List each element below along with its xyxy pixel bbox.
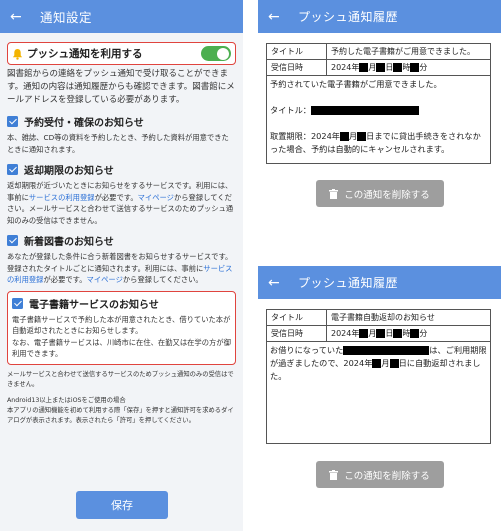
save-button[interactable]: 保存: [76, 491, 168, 519]
date-value: 2024年月日時分: [326, 59, 491, 76]
push-notification-row[interactable]: プッシュ通知を利用する: [7, 42, 236, 65]
title-key: タイトル: [266, 309, 327, 326]
mypage-link[interactable]: マイページ: [87, 275, 123, 284]
ebook-description-1: 電子書籍サービスで予約した本が用意されたとき、借りていた本が自動返却されたときに…: [12, 314, 231, 336]
desc-text: が必要です。: [94, 192, 138, 202]
checkbox-row-ebook[interactable]: 電子書籍サービスのお知らせ: [12, 296, 231, 311]
new-books-description: あなたが登録した条件に合う新着図書をお知らせするサービスです。登録されたタイトル…: [7, 251, 236, 286]
back-arrow-icon[interactable]: ←: [268, 276, 290, 290]
checkbox-row-reservation[interactable]: 予約受付・確保のお知らせ: [7, 114, 236, 129]
desc-text: あなたが登録した条件に合う新着図書をお知らせするサービスです。登録されたタイトル…: [7, 252, 233, 273]
trash-icon: [329, 469, 339, 480]
checkbox-label-due-date: 返却期限のお知らせ: [24, 166, 114, 177]
delete-label: この通知を削除する: [344, 189, 430, 201]
date-value: 2024年月日時分: [326, 325, 491, 342]
push-history-screen-auto-return: ← プッシュ通知履歴 タイトル 電子書籍自動返却のお知らせ 受信日時 2024年…: [258, 266, 501, 531]
notification-message: お借りになっていた は、ご利用期限が過ぎましたので、2024年月日に自動返却されま…: [266, 342, 491, 444]
notification-info-table: タイトル 電子書籍自動返却のお知らせ 受信日時 2024年月日時分: [266, 309, 491, 342]
checkbox-label-reservation: 予約受付・確保のお知らせ: [24, 118, 144, 129]
title-value: 電子書籍自動返却のお知らせ: [326, 309, 491, 326]
push-description: 図書館からの連絡をプッシュ通知で受け取ることができます。通知の内容は通知履歴から…: [7, 69, 235, 105]
checkbox-label-ebook: 電子書籍サービスのお知らせ: [29, 299, 159, 311]
delete-notification-button[interactable]: この通知を削除する: [315, 180, 444, 207]
notification-settings-screen: ← 通知設定 プッシュ通知を利用する 図書館からの連絡をプッシュ通知で受け取るこ…: [0, 0, 243, 531]
history-title: プッシュ通知履歴: [298, 10, 399, 24]
checkbox-row-due-date[interactable]: 返却期限のお知らせ: [7, 162, 236, 177]
desc-text: が必要です。: [43, 275, 87, 284]
ebook-highlight-box: 電子書籍サービスのお知らせ 電子書籍サービスで予約した本が用意されたとき、借りて…: [7, 290, 236, 365]
message-title-line: タイトル：: [270, 104, 487, 117]
delete-notification-button[interactable]: この通知を削除する: [315, 461, 444, 488]
delete-label: この通知を削除する: [344, 470, 430, 482]
desc-text: から登録してください。: [122, 275, 203, 284]
checkbox-checked-icon[interactable]: [12, 297, 23, 309]
push-history-screen-reservation: ← プッシュ通知履歴 タイトル 予約した電子書籍がご用意できました。 受信日時 …: [258, 0, 501, 240]
note-mail-service: メールサービスと合わせて送信するサービスのためプッシュ通知のみの受信はできません…: [7, 370, 234, 388]
settings-app-bar: ← 通知設定: [0, 0, 243, 33]
mypage-link[interactable]: マイページ: [138, 193, 174, 202]
date-key: 受信日時: [266, 325, 327, 342]
ebook-description-2: なお、電子書籍サービスは、川崎市に在住、在勤又は在学の方が御利用できます。: [12, 337, 231, 359]
notification-message: 予約されていた電子書籍がご用意できました。 タイトル： 取置期限：2024年月日…: [266, 76, 491, 164]
note-os-version: Android13以上またはiOSをご使用の場合: [7, 396, 126, 404]
reservation-description: 本、雑誌、CD等の資料を予約したとき、予約した資料が用意できたときに通知されます…: [7, 133, 229, 154]
history-app-bar: ← プッシュ通知履歴: [258, 0, 501, 33]
message-line: お借りになっていた は、ご利用期限が過ぎましたので、2024年月日に自動返却されま…: [270, 345, 487, 381]
title-key: タイトル: [266, 43, 327, 60]
trash-icon: [329, 188, 339, 199]
back-arrow-icon[interactable]: ←: [10, 10, 32, 24]
service-registration-link[interactable]: サービスの利用登録: [29, 193, 95, 202]
page-title: 通知設定: [40, 10, 93, 25]
checkbox-checked-icon[interactable]: [7, 116, 18, 127]
due-date-description: 返却期限が近づいたときにお知らせをするサービスです。利用には、事前にサービスの利…: [7, 180, 236, 226]
history-title: プッシュ通知履歴: [298, 276, 399, 290]
title-value: 予約した電子書籍がご用意できました。: [326, 43, 491, 60]
note-permission: 本アプリの通知機能を初めて利用する際「保存」を押すと通知許可を求めるダイアログが…: [7, 406, 234, 424]
bell-icon: [12, 48, 23, 60]
checkbox-row-new-books[interactable]: 新着図書のお知らせ: [7, 233, 236, 248]
message-line: 予約されていた電子書籍がご用意できました。: [270, 79, 442, 89]
message-deadline-line: 取置期限：2024年月日までに貸出手続きをされなかった場合、予約は自動的にキャン…: [270, 131, 481, 154]
date-key: 受信日時: [266, 59, 327, 76]
checkbox-checked-icon[interactable]: [7, 164, 18, 175]
checkbox-label-new-books: 新着図書のお知らせ: [24, 237, 114, 248]
checkbox-checked-icon[interactable]: [7, 235, 18, 246]
history-app-bar: ← プッシュ通知履歴: [258, 266, 501, 299]
push-notification-label: プッシュ通知を利用する: [27, 48, 143, 60]
back-arrow-icon[interactable]: ←: [268, 10, 290, 24]
notification-info-table: タイトル 予約した電子書籍がご用意できました。 受信日時 2024年月日時分: [266, 43, 491, 76]
push-notification-toggle[interactable]: [201, 46, 231, 61]
